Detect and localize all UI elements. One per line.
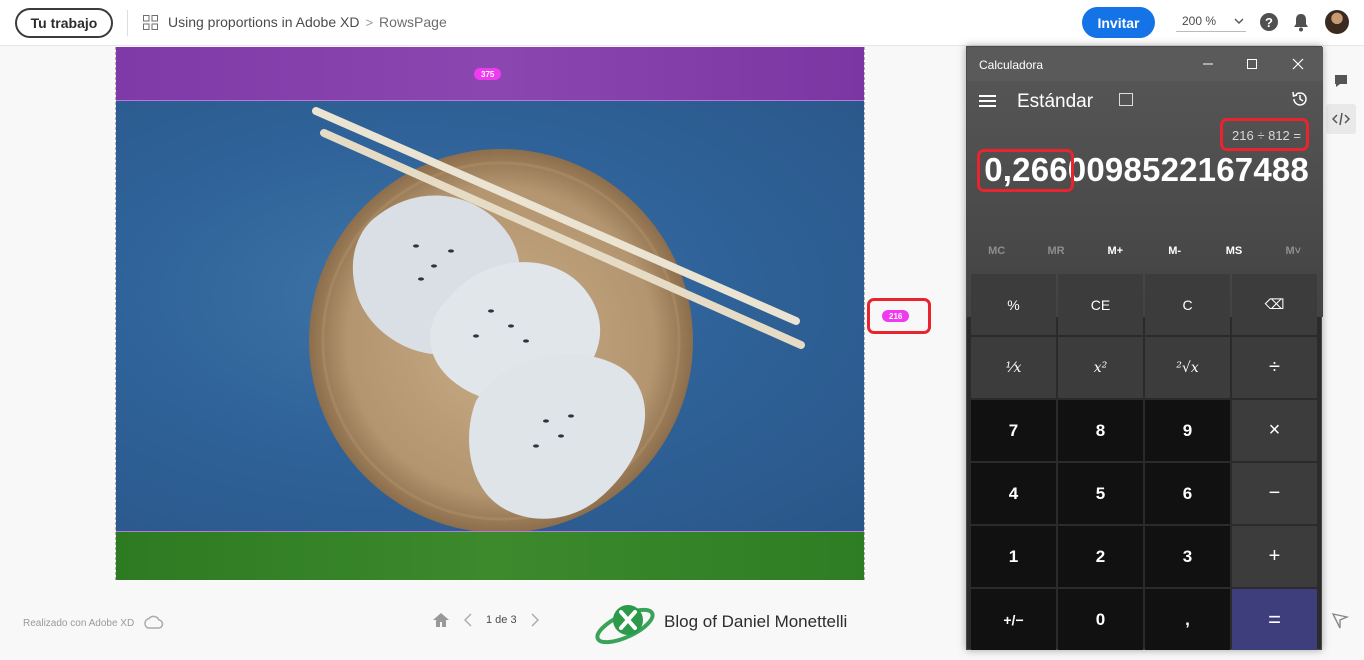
digit-0-button[interactable]: 0 [1058, 589, 1143, 650]
made-with-xd: Realizado con Adobe XD [23, 615, 164, 631]
breadcrumb-project[interactable]: Using proportions in Adobe XD [168, 14, 359, 30]
memory-list-button[interactable]: M˅ [1264, 245, 1323, 265]
keep-on-top-icon[interactable] [1119, 93, 1133, 106]
chevron-left-icon[interactable] [464, 613, 472, 627]
clear-button[interactable]: C [1145, 274, 1230, 335]
creative-cloud-icon [144, 615, 164, 629]
digit-3-button[interactable]: 3 [1145, 526, 1230, 587]
grid-icon[interactable] [143, 15, 158, 30]
digit-8-button[interactable]: 8 [1058, 400, 1143, 461]
square-root-label: ²√x [1176, 359, 1199, 376]
reciprocal-button[interactable]: ¹⁄x [971, 337, 1056, 398]
highlight-box-expression [1220, 118, 1309, 151]
invite-button[interactable]: Invitar [1082, 7, 1155, 38]
digit-6-button[interactable]: 6 [1145, 463, 1230, 524]
width-badge: 375 [474, 68, 502, 80]
close-icon[interactable] [1275, 51, 1321, 77]
breadcrumb-separator: > [365, 14, 374, 30]
blog-watermark: Blog of Daniel Monettelli [592, 596, 847, 648]
keypad: % CE C ⌫ ¹⁄x x² ²√x ÷ 7 8 9 × 4 5 6 − 1 … [971, 274, 1318, 650]
clear-entry-button[interactable]: CE [1058, 274, 1143, 335]
highlight-box-result [977, 149, 1074, 192]
avatar[interactable] [1325, 10, 1349, 34]
menu-icon[interactable] [979, 95, 996, 107]
minimize-icon[interactable] [1185, 51, 1231, 77]
blog-name: Blog of Daniel Monettelli [664, 612, 848, 631]
bottom-band [116, 532, 864, 580]
memory-row: MC MR M+ M- MS M˅ [967, 245, 1323, 265]
dumplings-photo [116, 100, 864, 532]
feedback-icon[interactable] [1331, 612, 1349, 630]
digit-1-button[interactable]: 1 [971, 526, 1056, 587]
comment-icon[interactable] [1326, 66, 1356, 96]
divider [127, 10, 128, 36]
page-indicator: 1 de 3 [486, 614, 517, 626]
blog-logo-icon [595, 605, 655, 645]
zoom-select[interactable]: 200 % [1176, 14, 1246, 32]
your-work-button[interactable]: Tu trabajo [15, 8, 113, 38]
memory-add-button[interactable]: M+ [1086, 245, 1145, 265]
digit-9-button[interactable]: 9 [1145, 400, 1230, 461]
memory-clear-button[interactable]: MC [967, 245, 1026, 265]
breadcrumb-page: RowsPage [379, 14, 447, 30]
square-root-button[interactable]: ²√x [1145, 337, 1230, 398]
code-icon[interactable] [1326, 104, 1356, 134]
calculator-mode: Estándar [1017, 91, 1094, 112]
add-button[interactable]: + [1232, 526, 1317, 587]
dumplings-illustration [309, 107, 805, 531]
divide-button[interactable]: ÷ [1232, 337, 1317, 398]
square-label: x² [1093, 359, 1108, 376]
memory-subtract-button[interactable]: M- [1145, 245, 1204, 265]
help-icon[interactable]: ? [1260, 13, 1278, 31]
made-with-label: Realizado con Adobe XD [23, 617, 135, 629]
breadcrumb: Using proportions in Adobe XD > RowsPage [168, 14, 447, 30]
memory-recall-button[interactable]: MR [1026, 245, 1085, 265]
highlight-box-height [867, 298, 931, 334]
multiply-button[interactable]: × [1232, 400, 1317, 461]
percent-button[interactable]: % [971, 274, 1056, 335]
subtract-button[interactable]: − [1232, 463, 1317, 524]
top-bar: Tu trabajo Using proportions in Adobe XD… [0, 0, 1364, 46]
digit-2-button[interactable]: 2 [1058, 526, 1143, 587]
chevron-right-icon[interactable] [531, 613, 539, 627]
negate-button[interactable]: +/− [971, 589, 1056, 650]
maximize-icon[interactable] [1229, 51, 1275, 77]
calculator-title: Calculadora [979, 58, 1044, 72]
chevron-down-icon [1234, 18, 1244, 24]
equals-button[interactable]: = [1232, 589, 1317, 650]
reciprocal-label: ¹⁄x [1005, 359, 1022, 376]
digit-4-button[interactable]: 4 [971, 463, 1056, 524]
digit-5-button[interactable]: 5 [1058, 463, 1143, 524]
digit-7-button[interactable]: 7 [971, 400, 1056, 461]
artboard-preview: 375 [115, 47, 865, 580]
zoom-value: 200 % [1182, 14, 1217, 28]
pager: 1 de 3 [432, 612, 539, 628]
history-icon[interactable] [1291, 90, 1309, 108]
bell-icon[interactable] [1292, 12, 1310, 32]
memory-store-button[interactable]: MS [1204, 245, 1263, 265]
home-icon[interactable] [432, 612, 450, 628]
decimal-button[interactable]: , [1145, 589, 1230, 650]
backspace-button[interactable]: ⌫ [1232, 274, 1317, 335]
square-button[interactable]: x² [1058, 337, 1143, 398]
calculator-titlebar[interactable]: Calculadora [967, 47, 1323, 81]
